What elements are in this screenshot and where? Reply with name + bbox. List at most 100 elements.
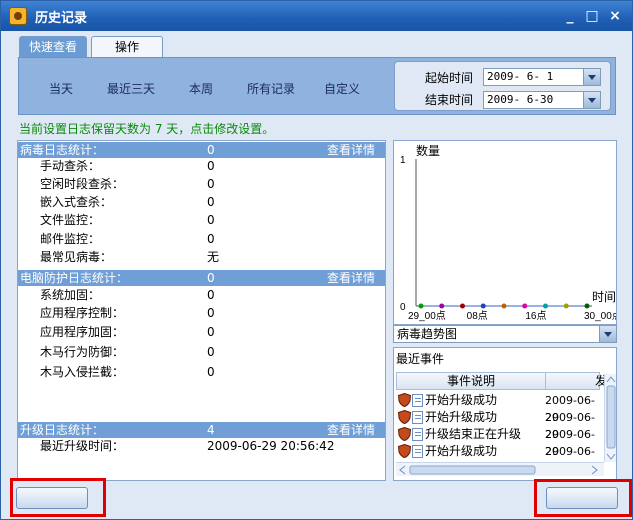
- tab-quick-view[interactable]: 快速查看: [19, 36, 87, 58]
- stat-value: 0: [207, 288, 215, 302]
- end-time-label: 结束时间: [425, 93, 474, 107]
- end-date-dropdown-icon[interactable]: [583, 92, 600, 108]
- data-point: [522, 303, 528, 309]
- view-details-link[interactable]: 查看详情: [327, 270, 375, 286]
- link-all-records[interactable]: 所有记录: [247, 80, 295, 97]
- stat-row: 嵌入式查杀： 0: [18, 193, 385, 211]
- link-today[interactable]: 当天: [49, 80, 73, 97]
- events-vertical-scrollbar[interactable]: [604, 374, 616, 462]
- stat-label: 最常见病毒：: [40, 250, 113, 264]
- document-icon: [412, 411, 423, 424]
- window-title: 历史记录: [35, 11, 88, 26]
- link-last-three-days[interactable]: 最近三天: [107, 80, 155, 97]
- minimize-button[interactable]: _: [563, 9, 577, 23]
- section-title: 升级日志统计：: [20, 423, 105, 437]
- y-tick-label: 0: [400, 302, 406, 313]
- event-desc: 开始升级成功: [425, 410, 498, 424]
- stat-row: 应用程序加固： 0: [18, 323, 385, 341]
- event-row[interactable]: 开始升级成功 2009-06-29: [398, 392, 602, 424]
- stat-row: 邮件监控： 0: [18, 230, 385, 248]
- data-point: [543, 303, 548, 309]
- chart-type-dropdown-icon[interactable]: [599, 326, 616, 342]
- end-date-value: 2009- 6-30: [487, 93, 554, 106]
- start-date-dropdown-icon[interactable]: [583, 69, 600, 85]
- maximize-button[interactable]: □: [585, 9, 599, 23]
- stat-row: 空闲时段查杀： 0: [18, 175, 385, 193]
- x-tick-label: 08点: [467, 310, 488, 322]
- title-bar: 历史记录 _ □ ×: [1, 1, 632, 31]
- start-time-label: 起始时间: [425, 71, 474, 85]
- statistics-panel: 病毒日志统计： 0 查看详情 手动查杀： 0 空闲时段查杀： 0 嵌入式查杀： 0 文…: [17, 140, 386, 481]
- y-tick-label: 1: [400, 155, 406, 166]
- stat-label: 应用程序加固：: [40, 325, 125, 339]
- stat-value: 0: [207, 195, 215, 209]
- stat-label: 最近升级时间：: [40, 439, 125, 453]
- data-point: [584, 303, 590, 309]
- event-row[interactable]: 开始升级成功 2009-06-29: [398, 443, 602, 475]
- stat-value: 0: [207, 306, 215, 320]
- document-icon: [412, 428, 423, 441]
- x-tick-label: 29_00点: [408, 310, 446, 322]
- link-this-week[interactable]: 本周: [189, 80, 213, 97]
- stat-value: 无: [207, 250, 220, 264]
- highlight-left-box: [10, 478, 106, 517]
- tab-operations[interactable]: 操作: [91, 36, 163, 58]
- stat-label: 邮件监控：: [40, 232, 101, 246]
- end-date-picker[interactable]: 2009- 6-30: [483, 91, 601, 109]
- data-point: [563, 303, 569, 309]
- x-tick-label: 16点: [525, 310, 546, 322]
- data-point: [501, 303, 507, 309]
- stat-label: 嵌入式查杀：: [40, 195, 113, 209]
- stat-value: 0: [207, 177, 215, 191]
- stat-value: 2009-06-29 20:56:42: [207, 439, 335, 453]
- stat-label: 手动查杀：: [40, 159, 101, 173]
- section-value: 0: [207, 271, 215, 285]
- event-desc: 开始升级成功: [425, 444, 498, 458]
- quick-view-panel: 当天 最近三天 本周 所有记录 自定义 起始时间 2009- 6- 1 结束时间…: [18, 57, 616, 115]
- event-row[interactable]: 开始升级成功 2009-06-29: [398, 409, 602, 441]
- stat-label: 应用程序控制：: [40, 306, 125, 320]
- y-axis-label: 数量: [416, 143, 440, 158]
- retention-notice-link[interactable]: 当前设置日志保留天数为 7 天，点击修改设置。: [19, 120, 274, 137]
- recent-events-panel: 最近事件 事件说明 发 开始升级成功 2009-06-29 开始升级成功 200…: [393, 347, 617, 481]
- start-date-picker[interactable]: 2009- 6- 1: [483, 68, 601, 86]
- data-point: [439, 303, 445, 309]
- event-row[interactable]: 升级结束正在升级 2009-06-29: [398, 426, 602, 458]
- chart-type-select[interactable]: 病毒趋势图: [393, 325, 617, 343]
- col-event-desc[interactable]: 事件说明: [447, 373, 495, 389]
- section-title: 电脑防护日志统计：: [20, 271, 129, 285]
- shield-icon: [398, 444, 411, 458]
- view-details-link[interactable]: 查看详情: [327, 422, 375, 438]
- view-details-link[interactable]: 查看详情: [327, 142, 375, 158]
- stat-row: 木马入侵拦截： 0: [18, 363, 385, 381]
- stat-value: 0: [207, 159, 215, 173]
- data-point: [480, 303, 486, 309]
- close-button[interactable]: ×: [608, 9, 622, 23]
- virus-log-header: 病毒日志统计： 0 查看详情: [18, 142, 385, 158]
- history-window: 历史记录 _ □ × 快速查看 操作 当天 最近三天 本周 所有记录 自定义 起…: [0, 0, 633, 520]
- document-icon: [412, 445, 423, 458]
- stat-label: 木马行为防御：: [40, 345, 125, 359]
- section-value: 0: [207, 143, 215, 157]
- column-divider[interactable]: [545, 373, 546, 389]
- data-point: [418, 303, 424, 309]
- shield-icon: [398, 410, 411, 424]
- events-horizontal-scrollbar[interactable]: [396, 462, 604, 476]
- update-log-header: 升级日志统计： 4 查看详情: [18, 422, 385, 438]
- link-custom[interactable]: 自定义: [324, 80, 360, 97]
- scrollbar-arrows-icon: [399, 465, 598, 475]
- stat-label: 文件监控：: [40, 213, 101, 227]
- date-range-group: 起始时间 2009- 6- 1 结束时间 2009- 6-30: [394, 61, 611, 111]
- stat-label: 空闲时段查杀：: [40, 177, 125, 191]
- stat-row: 系统加固： 0: [18, 286, 385, 304]
- stat-value: 0: [207, 365, 215, 379]
- document-icon: [412, 394, 423, 407]
- protection-log-header: 电脑防护日志统计： 0 查看详情: [18, 270, 385, 286]
- stat-row: 手动查杀： 0: [18, 157, 385, 175]
- event-desc: 开始升级成功: [425, 393, 498, 407]
- stat-value: 0: [207, 213, 215, 227]
- stat-label: 系统加固：: [40, 288, 101, 302]
- shield-icon: [398, 427, 411, 441]
- start-date-value: 2009- 6- 1: [487, 70, 554, 83]
- stat-row: 木马行为防御： 0: [18, 343, 385, 361]
